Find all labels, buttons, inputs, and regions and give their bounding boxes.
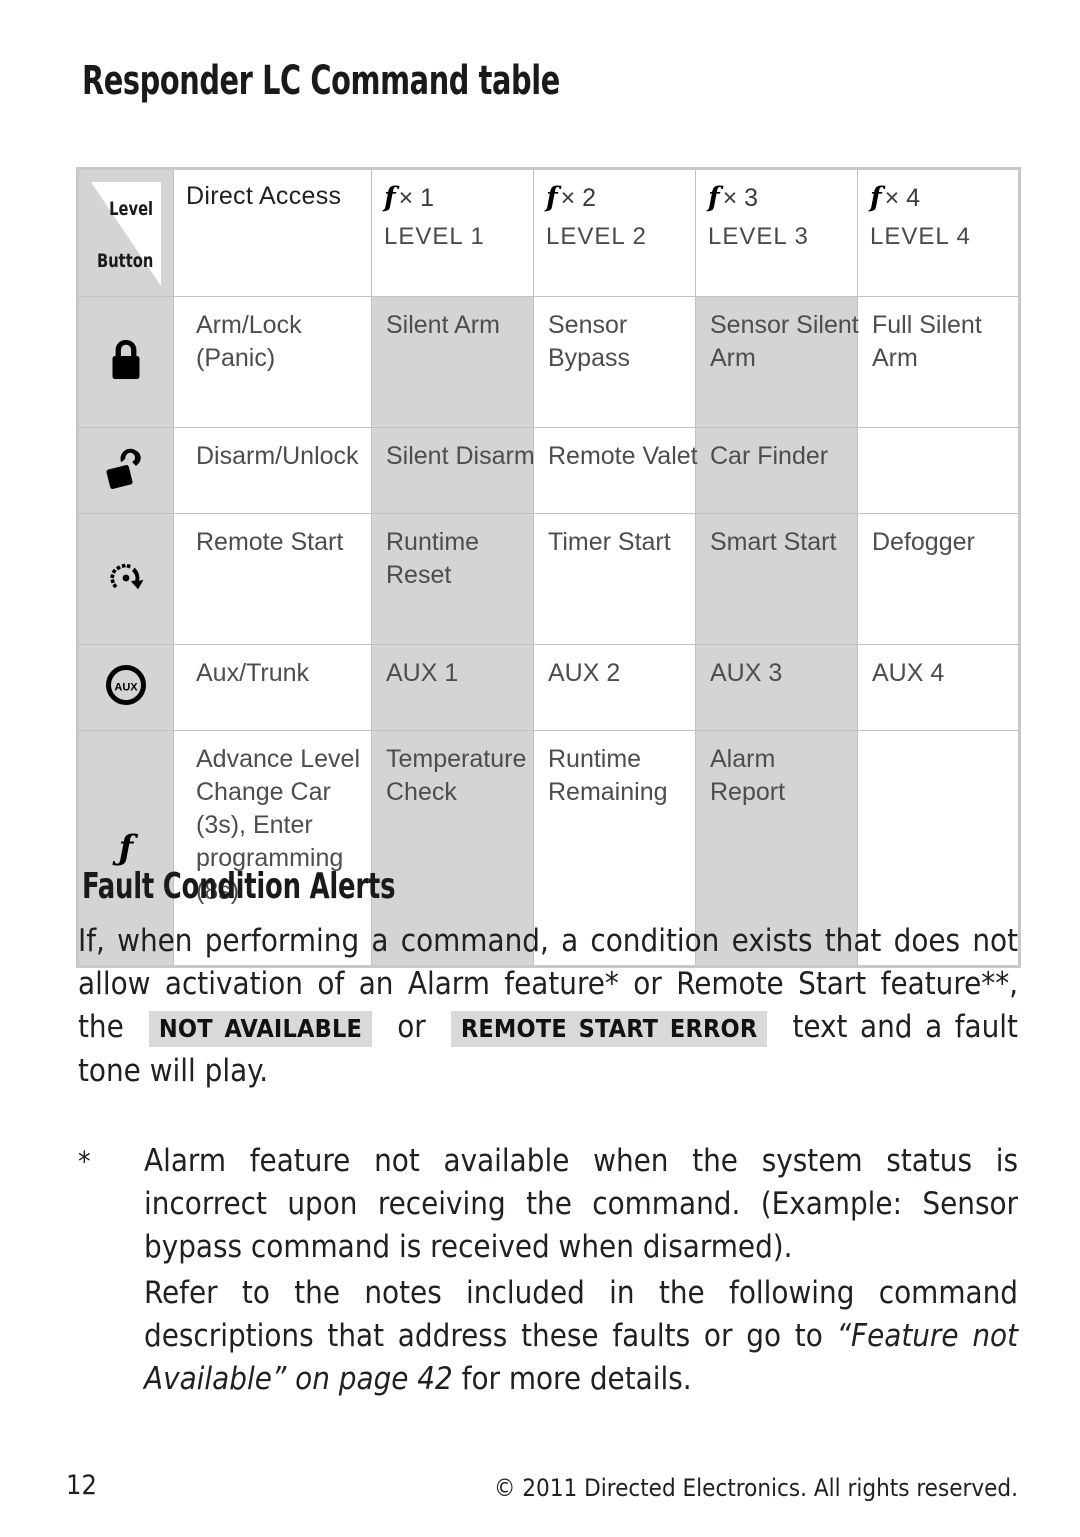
table-row: Arm/Lock (Panic) Silent Arm Sensor Bypas… (77, 296, 1020, 428)
fault-section-title: Fault Condition Alerts (82, 866, 396, 907)
function-f-icon: f (870, 182, 882, 213)
corner-button-label: Button (97, 250, 154, 272)
footnote-text: Refer to the notes included in the follo… (144, 1272, 1018, 1401)
footnote-marker (78, 1272, 144, 1401)
level-3-name: LEVEL 3 (708, 223, 809, 250)
status-badge-remote-start-error: REMOTE START ERROR (450, 1011, 768, 1047)
level-4-multiplier: f × 4 (870, 182, 921, 213)
lock-open-icon (106, 447, 146, 489)
footer-page-number: 12 (66, 1470, 97, 1501)
status-badge-not-available: NOT AVAILABLE (148, 1011, 373, 1047)
document-page: Responder LC Command table Level Button … (0, 0, 1080, 1537)
aux-icon: AUX (105, 664, 147, 706)
level-2-cell: Remote Valet (533, 427, 698, 514)
table-row: AUX Aux/Trunk AUX 1 AUX 2 AUX 3 AUX 4 (77, 644, 1020, 731)
row-icon-cell: AUX (77, 644, 174, 731)
level-1-cell: AUX 1 (371, 644, 534, 731)
fault-intro-or: or (397, 1009, 426, 1045)
direct-access-cell: Disarm/Unlock (173, 427, 372, 514)
direct-access-cell: Remote Start (173, 513, 372, 645)
direct-access-cell: Aux/Trunk (173, 644, 372, 731)
table-row: Remote Start Runtime Reset Timer Start S… (77, 513, 1020, 645)
footnote-asterisk: * Alarm feature not available when the s… (78, 1140, 1018, 1269)
footnote-text-after: for more details. (461, 1361, 692, 1397)
level-1-cell: Silent Disarm (371, 427, 535, 514)
level-3-cell: Sensor Silent Arm (695, 296, 859, 428)
level-1-name: LEVEL 1 (384, 223, 485, 250)
table-row: Disarm/Unlock Silent Disarm Remote Valet… (77, 427, 1020, 514)
svg-text:AUX: AUX (114, 682, 138, 694)
header-level-4: f × 4 LEVEL 4 (857, 168, 1020, 297)
table-header-row: Level Button Direct Access f × 1 LEVEL 1 … (77, 168, 1020, 297)
level-1-cell: Runtime Reset (371, 513, 534, 645)
level-3-multiplier: f × 3 (708, 182, 759, 213)
row-icon-cell (77, 427, 174, 514)
row-icon-cell (77, 296, 174, 428)
responder-command-table: Level Button Direct Access f × 1 LEVEL 1 … (76, 167, 1021, 968)
level-4-cell (857, 427, 1020, 514)
remote-start-icon (105, 557, 147, 597)
function-f-icon: f (708, 182, 720, 213)
level-2-name: LEVEL 2 (546, 223, 647, 250)
direct-access-cell: Arm/Lock (Panic) (173, 296, 372, 428)
function-f-icon: f (546, 182, 558, 213)
corner-level-label: Level (109, 198, 153, 220)
footnote-marker: * (78, 1145, 91, 1178)
level-4-cell: Defogger (857, 513, 1020, 645)
header-direct-access: Direct Access (173, 168, 372, 297)
header-level-1: f × 1 LEVEL 1 (371, 168, 534, 297)
level-3-cell: Smart Start (695, 513, 858, 645)
lock-closed-icon (108, 338, 144, 382)
footer-copyright: © 2011 Directed Electronics. All rights … (493, 1474, 1018, 1502)
level-2-multiplier: f × 2 (546, 182, 597, 213)
row-icon-cell (77, 513, 174, 645)
level-2-cell: AUX 2 (533, 644, 696, 731)
level-2-cell: Timer Start (533, 513, 696, 645)
function-f-icon: f (384, 182, 396, 213)
level-3-cell: Car Finder (695, 427, 858, 514)
level-4-cell: Full Silent Arm (857, 296, 1020, 428)
footnote-text: Alarm feature not available when the sys… (144, 1143, 1018, 1265)
fault-intro-paragraph: If, when performing a command, a conditi… (78, 920, 1018, 1093)
header-corner-cell: Level Button (77, 168, 174, 297)
header-level-2: f × 2 LEVEL 2 (533, 168, 696, 297)
header-level-3: f × 3 LEVEL 3 (695, 168, 858, 297)
function-f-icon: ƒ (118, 828, 134, 868)
level-4-cell: AUX 4 (857, 644, 1020, 731)
footnote-reference: Refer to the notes included in the follo… (78, 1272, 1018, 1401)
level-3-cell: AUX 3 (695, 644, 858, 731)
level-4-name: LEVEL 4 (870, 223, 971, 250)
page-title: Responder LC Command table (82, 58, 560, 104)
level-1-multiplier: f × 1 (384, 182, 435, 213)
level-1-cell: Silent Arm (371, 296, 534, 428)
level-2-cell: Sensor Bypass (533, 296, 696, 428)
